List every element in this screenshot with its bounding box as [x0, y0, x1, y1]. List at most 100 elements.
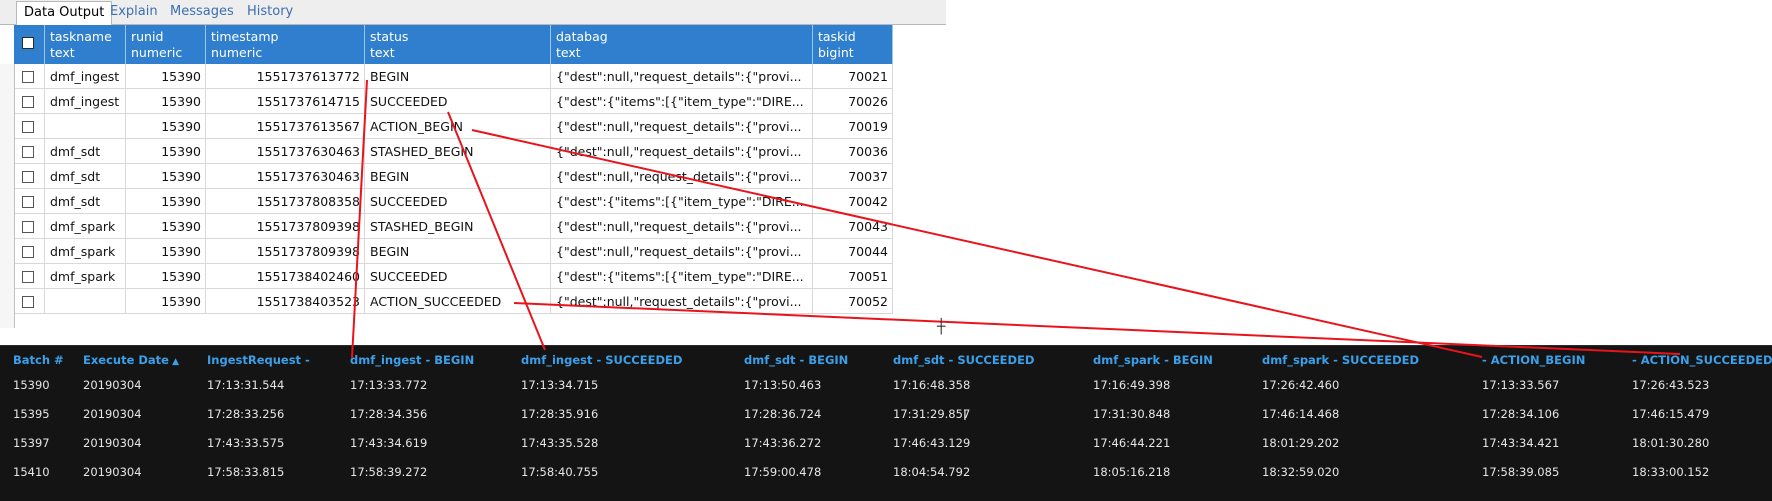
column-name: status: [370, 29, 409, 44]
batch-header-2[interactable]: IngestRequest -: [207, 350, 310, 370]
column-header-taskid[interactable]: taskid bigint: [813, 25, 893, 64]
cell-taskname[interactable]: dmf_sdt: [45, 189, 126, 214]
cell-timestamp[interactable]: 1551737613772: [206, 64, 365, 89]
cell-status[interactable]: STASHED_BEGIN: [365, 214, 551, 239]
batch-cell: 17:43:36.272: [744, 436, 822, 450]
cell-taskid[interactable]: 70026: [813, 89, 893, 114]
cell-taskid[interactable]: 70019: [813, 114, 893, 139]
cell-taskname[interactable]: [45, 114, 126, 139]
cell-runid[interactable]: 15390: [126, 89, 206, 114]
batch-cell: 18:01:30.280: [1632, 436, 1710, 450]
cell-databag[interactable]: {"dest":null,"request_details":{"provi..…: [551, 164, 813, 189]
batch-cell: 17:58:33.815: [207, 465, 285, 479]
cell-databag[interactable]: {"dest":null,"request_details":{"provi..…: [551, 114, 813, 139]
cell-runid[interactable]: 15390: [126, 264, 206, 289]
cell-runid[interactable]: 15390: [126, 114, 206, 139]
batch-cell: 17:43:35.528: [521, 436, 599, 450]
column-header-runid[interactable]: runid numeric: [126, 25, 206, 64]
cell-taskname[interactable]: dmf_sdt: [45, 164, 126, 189]
cell-taskid[interactable]: 70044: [813, 239, 893, 264]
cell-taskid[interactable]: 70021: [813, 64, 893, 89]
select-all-checkbox[interactable]: [22, 37, 34, 49]
cell-timestamp[interactable]: 1551738403523: [206, 289, 365, 314]
cell-taskid[interactable]: 70036: [813, 139, 893, 164]
batch-header-8[interactable]: dmf_spark - SUCCEEDED: [1262, 350, 1419, 370]
data-output-grid: taskname text runid numeric timestamp numeric…: [0, 0, 946, 329]
cell-runid[interactable]: 15390: [126, 164, 206, 189]
batch-header-7[interactable]: dmf_spark - BEGIN: [1093, 350, 1213, 370]
cell-taskname[interactable]: dmf_ingest: [45, 64, 126, 89]
batch-cell: 20190304: [83, 407, 142, 421]
row-select-cell: [14, 289, 45, 314]
cell-taskid[interactable]: 70042: [813, 189, 893, 214]
cell-status[interactable]: ACTION_BEGIN: [365, 114, 551, 139]
batch-cell: 17:28:34.356: [350, 407, 428, 421]
batch-header-3[interactable]: dmf_ingest - BEGIN: [350, 350, 474, 370]
batch-header-10[interactable]: - ACTION_SUCCEEDED: [1632, 350, 1772, 370]
cell-taskid[interactable]: 70037: [813, 164, 893, 189]
cell-taskname[interactable]: dmf_spark: [45, 264, 126, 289]
cell-databag[interactable]: {"dest":null,"request_details":{"provi..…: [551, 214, 813, 239]
cell-timestamp[interactable]: 1551737613567: [206, 114, 365, 139]
column-type: text: [370, 45, 395, 60]
column-name: runid: [131, 29, 164, 44]
cell-timestamp[interactable]: 1551737808358: [206, 189, 365, 214]
cell-taskname[interactable]: [45, 289, 126, 314]
cell-databag[interactable]: {"dest":{"items":[{"item_type":"DIRE...: [551, 89, 813, 114]
batch-cell: 17:58:40.755: [521, 465, 599, 479]
cell-status[interactable]: BEGIN: [365, 64, 551, 89]
cell-databag[interactable]: {"dest":{"items":[{"item_type":"DIRE...: [551, 264, 813, 289]
cell-taskname[interactable]: dmf_spark: [45, 214, 126, 239]
row-select-cell: [14, 89, 45, 114]
batch-header-6[interactable]: dmf_sdt - SUCCEEDED: [893, 350, 1034, 370]
batch-header-1[interactable]: Execute Date ▲: [83, 350, 179, 370]
cell-status[interactable]: ACTION_SUCCEEDED: [365, 289, 551, 314]
cell-taskid[interactable]: 70051: [813, 264, 893, 289]
cell-databag[interactable]: {"dest":{"items":[{"item_type":"DIRE...: [551, 189, 813, 214]
cell-runid[interactable]: 15390: [126, 239, 206, 264]
cell-timestamp[interactable]: 1551737809398: [206, 214, 365, 239]
column-header-taskname[interactable]: taskname text: [45, 25, 126, 64]
cell-runid[interactable]: 15390: [126, 189, 206, 214]
cell-taskname[interactable]: dmf_spark: [45, 239, 126, 264]
batch-cell: 17:26:42.460: [1262, 378, 1340, 392]
column-type: text: [50, 45, 75, 60]
cell-runid[interactable]: 15390: [126, 214, 206, 239]
cell-timestamp[interactable]: 1551737630463: [206, 164, 365, 189]
column-header-timestamp[interactable]: timestamp numeric: [206, 25, 365, 64]
batch-cell: 15397: [13, 436, 50, 450]
cell-runid[interactable]: 15390: [126, 139, 206, 164]
batch-header-4[interactable]: dmf_ingest - SUCCEEDED: [521, 350, 682, 370]
batch-header-0[interactable]: Batch #: [13, 350, 64, 370]
cell-status[interactable]: SUCCEEDED: [365, 264, 551, 289]
cell-taskid[interactable]: 70043: [813, 214, 893, 239]
batch-cell: 17:13:31.544: [207, 378, 285, 392]
cell-status[interactable]: BEGIN: [365, 164, 551, 189]
cell-timestamp[interactable]: 1551738402460: [206, 264, 365, 289]
cell-databag[interactable]: {"dest":null,"request_details":{"provi..…: [551, 289, 813, 314]
cell-status[interactable]: STASHED_BEGIN: [365, 139, 551, 164]
cell-taskname[interactable]: dmf_ingest: [45, 89, 126, 114]
column-header-databag[interactable]: databag text: [551, 25, 813, 64]
cell-runid[interactable]: 15390: [126, 289, 206, 314]
cell-timestamp[interactable]: 1551737809398: [206, 239, 365, 264]
cell-taskid[interactable]: 70052: [813, 289, 893, 314]
batch-cell: 17:13:33.772: [350, 378, 428, 392]
cell-status[interactable]: SUCCEEDED: [365, 189, 551, 214]
cell-databag[interactable]: {"dest":null,"request_details":{"provi..…: [551, 139, 813, 164]
cell-timestamp[interactable]: 1551737630463: [206, 139, 365, 164]
column-name: databag: [556, 29, 608, 44]
batch-cell: 17:16:48.358: [893, 378, 971, 392]
cell-status[interactable]: BEGIN: [365, 239, 551, 264]
cell-status[interactable]: SUCCEEDED: [365, 89, 551, 114]
cell-timestamp[interactable]: 1551737614715: [206, 89, 365, 114]
batch-header-9[interactable]: - ACTION_BEGIN: [1482, 350, 1585, 370]
row-select-cell: [14, 264, 45, 289]
cell-runid[interactable]: 15390: [126, 64, 206, 89]
cell-taskname[interactable]: dmf_sdt: [45, 139, 126, 164]
column-header-status[interactable]: status text: [365, 25, 551, 64]
batch-cell: 20190304: [83, 436, 142, 450]
cell-databag[interactable]: {"dest":null,"request_details":{"provi..…: [551, 239, 813, 264]
batch-header-5[interactable]: dmf_sdt - BEGIN: [744, 350, 848, 370]
cell-databag[interactable]: {"dest":null,"request_details":{"provi..…: [551, 64, 813, 89]
